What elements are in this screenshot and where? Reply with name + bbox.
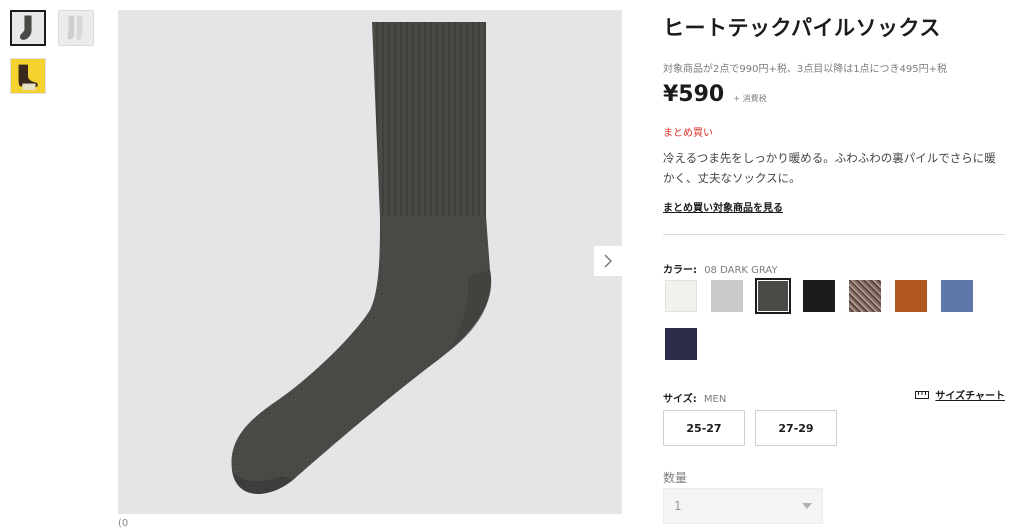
chevron-right-icon bbox=[604, 254, 613, 268]
color-label: カラー: bbox=[663, 265, 697, 276]
size-label-row: サイズ: MEN bbox=[663, 390, 726, 405]
size-category: MEN bbox=[703, 394, 727, 405]
quantity-select[interactable]: 1 bbox=[663, 488, 823, 524]
price-row: ¥590 + 消費税 bbox=[663, 82, 767, 107]
selected-color: 08 DARK GRAY bbox=[704, 265, 778, 276]
size-label: サイズ: bbox=[663, 394, 697, 405]
swatch-light-gray[interactable] bbox=[709, 278, 745, 314]
size-chart-label: サイズチャート bbox=[935, 391, 1005, 402]
color-swatches bbox=[663, 278, 1005, 364]
bundle-badge: まとめ買い bbox=[663, 128, 713, 139]
color-label-row: カラー: 08 DARK GRAY bbox=[663, 261, 778, 276]
thumbnail-dark-gray-sock[interactable] bbox=[10, 10, 46, 46]
sock-image bbox=[231, 22, 492, 494]
size-option-25-27[interactable]: 25-27 bbox=[663, 410, 745, 446]
thumbnail-sock-worn[interactable] bbox=[10, 58, 46, 94]
caret-down-icon bbox=[802, 503, 812, 509]
swatch-dark-gray[interactable] bbox=[755, 278, 791, 314]
swatch-brown-mix[interactable] bbox=[847, 278, 883, 314]
promo-text: 対象商品が2点で990円+税、3点目以降は1点につき495円+税 bbox=[663, 64, 948, 75]
swatch-black[interactable] bbox=[801, 278, 837, 314]
below-image-text: (0 bbox=[118, 518, 129, 529]
size-option-27-29[interactable]: 27-29 bbox=[755, 410, 837, 446]
quantity-label: 数量 bbox=[663, 471, 688, 485]
next-image-button[interactable] bbox=[594, 246, 622, 276]
quantity-value: 1 bbox=[674, 499, 682, 513]
product-page: (0 ヒートテックパイルソックス 対象商品が2点で990円+税、3点目以降は1点… bbox=[0, 0, 1024, 530]
product-title: ヒートテックパイルソックス bbox=[663, 16, 941, 40]
swatch-navy[interactable] bbox=[663, 326, 699, 362]
swatch-blue[interactable] bbox=[939, 278, 975, 314]
divider bbox=[663, 234, 1005, 235]
size-chart-link[interactable]: サイズチャート bbox=[915, 387, 1005, 402]
ruler-icon bbox=[915, 390, 930, 399]
product-description: 冷えるつま先をしっかり暖める。ふわふわの裏パイルでさらに暖かく、丈夫なソックスに… bbox=[663, 151, 996, 185]
product-main-image bbox=[118, 10, 622, 514]
price: ¥590 bbox=[663, 82, 725, 107]
thumbnail-light-gray-sock[interactable] bbox=[58, 10, 94, 46]
swatch-off-white[interactable] bbox=[663, 278, 699, 314]
bundle-products-link[interactable]: まとめ買い対象商品を見る bbox=[663, 199, 783, 214]
swatch-orange-brown[interactable] bbox=[893, 278, 929, 314]
tax-note: + 消費税 bbox=[733, 94, 767, 103]
